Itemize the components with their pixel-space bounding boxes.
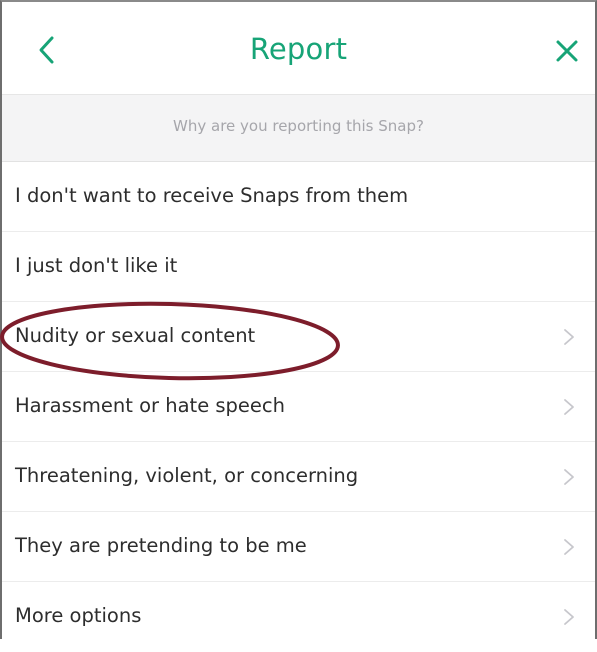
- report-prompt-text: Why are you reporting this Snap?: [173, 117, 424, 135]
- option-harassment-hate-speech[interactable]: Harassment or hate speech: [2, 372, 595, 442]
- close-icon: [556, 40, 578, 62]
- option-label: Nudity or sexual content: [15, 324, 256, 347]
- chevron-right-icon: [564, 609, 574, 625]
- report-screen: Report Why are you reporting this Snap? …: [0, 0, 597, 639]
- chevron-right-icon: [564, 469, 574, 485]
- option-label: I don't want to receive Snaps from them: [15, 184, 409, 207]
- option-more-options[interactable]: More options: [2, 582, 595, 652]
- option-threatening-violent[interactable]: Threatening, violent, or concerning: [2, 442, 595, 512]
- option-label: More options: [15, 604, 142, 627]
- chevron-right-icon: [564, 399, 574, 415]
- option-label: Harassment or hate speech: [15, 394, 286, 417]
- page-title: Report: [249, 32, 348, 66]
- option-label: Threatening, violent, or concerning: [15, 464, 359, 487]
- navigation-header: Report: [2, 2, 595, 94]
- option-label: They are pretending to be me: [15, 534, 307, 557]
- close-button[interactable]: [550, 32, 586, 72]
- chevron-right-icon: [564, 329, 574, 345]
- chevron-right-icon: [564, 539, 574, 555]
- option-label: I just don't like it: [15, 254, 178, 277]
- option-pretending-to-be-me[interactable]: They are pretending to be me: [2, 512, 595, 582]
- option-nudity-sexual-content[interactable]: Nudity or sexual content: [2, 302, 595, 372]
- report-prompt-banner: Why are you reporting this Snap?: [2, 94, 595, 162]
- option-dont-like-it[interactable]: I just don't like it: [2, 232, 595, 302]
- option-dont-want-snaps[interactable]: I don't want to receive Snaps from them: [2, 162, 595, 232]
